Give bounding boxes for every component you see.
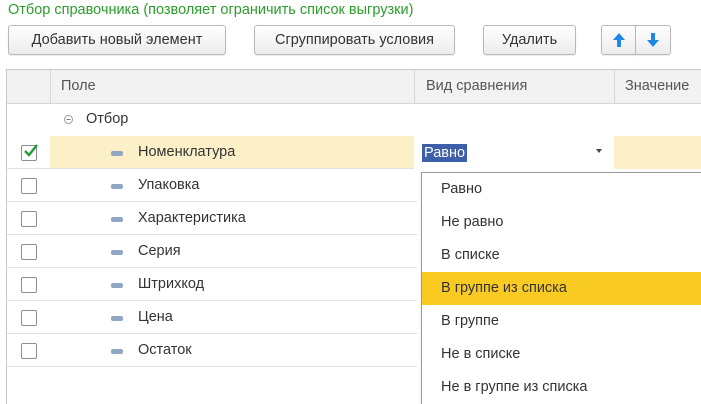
row-field-label: Остаток: [138, 342, 192, 358]
arrow-down-icon: [647, 33, 659, 47]
field-icon: [111, 349, 123, 354]
add-element-button[interactable]: Добавить новый элемент: [8, 25, 226, 55]
checkmark-icon: [24, 144, 38, 157]
row-checkbox[interactable]: [21, 178, 37, 194]
row-checkbox[interactable]: [21, 310, 37, 326]
dropdown-option[interactable]: В группе: [422, 305, 701, 338]
dropdown-option[interactable]: Не в списке: [422, 338, 701, 371]
row-divider: [7, 366, 417, 367]
header-separator: [50, 70, 51, 103]
field-icon: [111, 151, 123, 156]
dropdown-option[interactable]: Равно: [422, 173, 701, 206]
column-header-comparison[interactable]: Вид сравнения: [426, 70, 527, 103]
column-header-field[interactable]: Поле: [61, 70, 96, 103]
comparison-dropdown-list: Равно Не равно В списке В группе из списка В…: [421, 172, 701, 404]
dropdown-option[interactable]: В списке: [422, 239, 701, 272]
row-checkbox[interactable]: [21, 277, 37, 293]
column-header-value[interactable]: Значение: [625, 70, 689, 103]
header-separator: [414, 70, 415, 103]
collapse-icon[interactable]: [64, 115, 73, 124]
selected-row-highlight: [614, 136, 701, 169]
row-field-label: Цена: [138, 309, 173, 325]
dropdown-option[interactable]: Не в группе из списка: [422, 371, 701, 404]
field-icon: [111, 217, 123, 222]
row-field-label: Характеристика: [138, 210, 246, 226]
dropdown-option[interactable]: Не равно: [422, 206, 701, 239]
filter-section-title: Отбор справочника (позволяет ограничить …: [8, 2, 414, 18]
delete-button[interactable]: Удалить: [483, 25, 576, 55]
field-icon: [111, 184, 123, 189]
comparison-combobox[interactable]: Равно: [414, 136, 613, 169]
field-icon: [111, 283, 123, 288]
header-separator: [614, 70, 615, 103]
arrow-up-icon: [612, 33, 625, 47]
field-icon: [111, 250, 123, 255]
grid-header: Поле Вид сравнения Значение: [7, 70, 701, 104]
group-row[interactable]: Отбор: [7, 103, 701, 136]
group-label: Отбор: [86, 111, 129, 127]
dropdown-option[interactable]: В группе из списка: [422, 272, 701, 305]
row-checkbox[interactable]: [21, 244, 37, 260]
row-checkbox[interactable]: [21, 343, 37, 359]
move-up-button[interactable]: [601, 25, 636, 55]
row-checkbox[interactable]: [21, 144, 38, 161]
row-field-label: Штрихкод: [138, 276, 205, 292]
row-field-label: Серия: [138, 243, 181, 259]
move-down-button[interactable]: [635, 25, 671, 55]
group-conditions-button[interactable]: Сгруппировать условия: [254, 25, 455, 55]
row-field-label: Номенклатура: [138, 144, 236, 160]
field-icon: [111, 316, 123, 321]
row-checkbox[interactable]: [21, 211, 37, 227]
row-field-label: Упаковка: [138, 177, 200, 193]
dropdown-arrow-icon[interactable]: [596, 149, 602, 153]
comparison-selected-value: Равно: [422, 144, 468, 162]
